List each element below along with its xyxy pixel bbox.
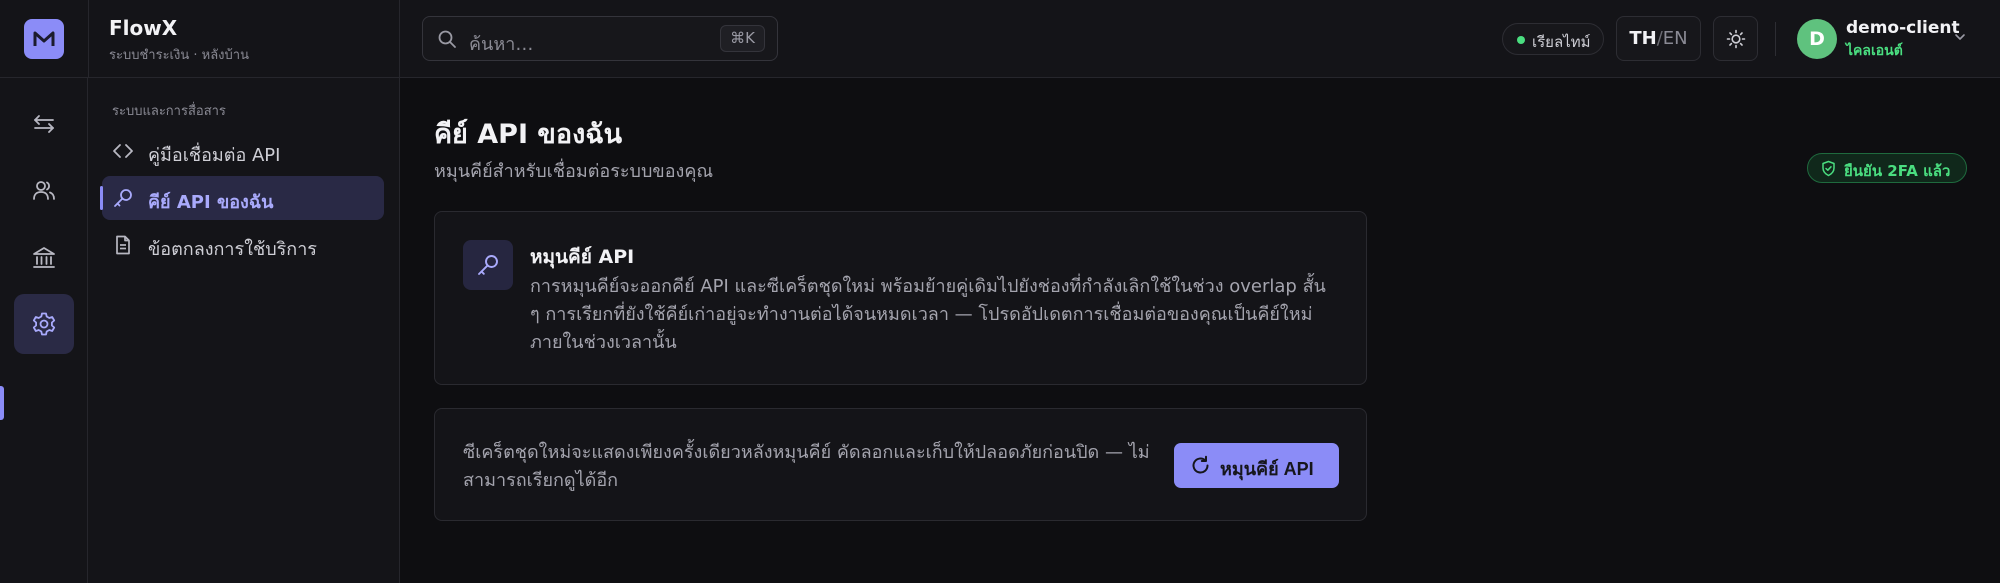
- sidebar-item-label: คู่มือเชื่อมต่อ API: [148, 145, 281, 166]
- search-input[interactable]: ค้นหา… ⌘K: [422, 16, 778, 61]
- realtime-status-badge[interactable]: เรียลไทม์: [1502, 23, 1604, 55]
- bank-icon: [33, 247, 55, 268]
- language-toggle[interactable]: TH/EN: [1616, 16, 1701, 61]
- user-name[interactable]: demo-client: [1846, 18, 1960, 38]
- main-content: คีย์ API ของฉัน หมุนคีย์สำหรับเชื่อมต่อร…: [400, 78, 2000, 583]
- rotate-key-action-card: ซีเคร็ตชุดใหม่จะแสดงเพียงครั้งเดียวหลังห…: [434, 408, 1367, 521]
- users-icon: [33, 181, 55, 200]
- badge-2fa-label: ยืนยัน 2FA แล้ว: [1844, 162, 1951, 180]
- document-icon: [112, 234, 134, 256]
- rotate-api-key-button[interactable]: หมุนคีย์ API: [1174, 443, 1339, 488]
- brand-block: FlowX ระบบชำระเงิน · หลังบ้าน: [88, 0, 400, 78]
- app-logo[interactable]: [24, 19, 64, 59]
- realtime-label: เรียลไทม์: [1532, 33, 1591, 51]
- sidebar-item-terms[interactable]: ข้อตกลงการใช้บริการ: [102, 223, 384, 267]
- page-title: คีย์ API ของฉัน: [434, 119, 623, 150]
- key-icon: [112, 187, 134, 209]
- card-title: หมุนคีย์ API: [530, 246, 635, 268]
- code-icon: [112, 140, 134, 162]
- status-badge-2fa: ยืนยัน 2FA แล้ว: [1807, 153, 1967, 183]
- lang-en[interactable]: EN: [1663, 28, 1688, 49]
- sidebar-section-title: ระบบและการสื่อสาร: [112, 104, 226, 119]
- brand-name: FlowX: [109, 16, 178, 40]
- search-placeholder: ค้นหา…: [469, 34, 534, 55]
- rail-item-transactions[interactable]: [14, 94, 74, 154]
- rail-item-settings[interactable]: [14, 294, 74, 354]
- secret-warning-text: ซีเคร็ตชุดใหม่จะแสดงเพียงครั้งเดียวหลังห…: [463, 442, 1150, 491]
- search-icon: [438, 30, 456, 48]
- brand-subtitle: ระบบชำระเงิน · หลังบ้าน: [109, 48, 249, 63]
- page-subtitle: หมุนคีย์สำหรับเชื่อมต่อระบบของคุณ: [434, 161, 714, 182]
- active-indicator: [100, 186, 103, 210]
- sidebar-item-my-api-keys[interactable]: คีย์ API ของฉัน: [100, 176, 384, 220]
- top-bar: FlowX ระบบชำระเงิน · หลังบ้าน ค้นหา… ⌘K …: [0, 0, 2000, 78]
- refresh-icon: [1192, 455, 1209, 474]
- rotate-button-label: หมุนคีย์ API: [1220, 459, 1314, 479]
- transfer-arrows-icon: [34, 115, 54, 133]
- key-icon-tile: [463, 240, 513, 290]
- sidebar-item-api-guide[interactable]: คู่มือเชื่อมต่อ API: [102, 129, 384, 173]
- logo-m-icon: [33, 31, 55, 46]
- status-dot-icon: [1517, 36, 1525, 44]
- user-role: ไคลเอนต์: [1846, 43, 1903, 59]
- theme-toggle-button[interactable]: [1713, 16, 1758, 61]
- sun-icon: [1726, 29, 1745, 48]
- sidebar-item-label: คีย์ API ของฉัน: [148, 192, 274, 213]
- sidebar: ระบบและการสื่อสาร คู่มือเชื่อมต่อ API คี…: [88, 78, 400, 583]
- rail-item-users[interactable]: [14, 161, 74, 221]
- icon-rail: [0, 78, 88, 583]
- search-shortcut-hint: ⌘K: [720, 25, 765, 52]
- lang-th[interactable]: TH: [1629, 28, 1656, 49]
- chevron-down-icon[interactable]: [1953, 30, 1967, 44]
- gear-icon: [32, 312, 56, 336]
- shield-check-icon: [1822, 160, 1835, 177]
- key-icon: [478, 255, 498, 275]
- rotate-key-info-card: หมุนคีย์ API การหมุนคีย์จะออกคีย์ API แล…: [434, 211, 1367, 385]
- card-description: การหมุนคีย์จะออกคีย์ API และซีเคร็ตชุดให…: [530, 276, 1326, 353]
- rail-item-bank[interactable]: [14, 228, 74, 288]
- header-divider: [1775, 22, 1776, 56]
- sidebar-item-label: ข้อตกลงการใช้บริการ: [148, 239, 317, 260]
- rail-active-indicator: [0, 386, 4, 420]
- avatar[interactable]: D: [1797, 19, 1837, 59]
